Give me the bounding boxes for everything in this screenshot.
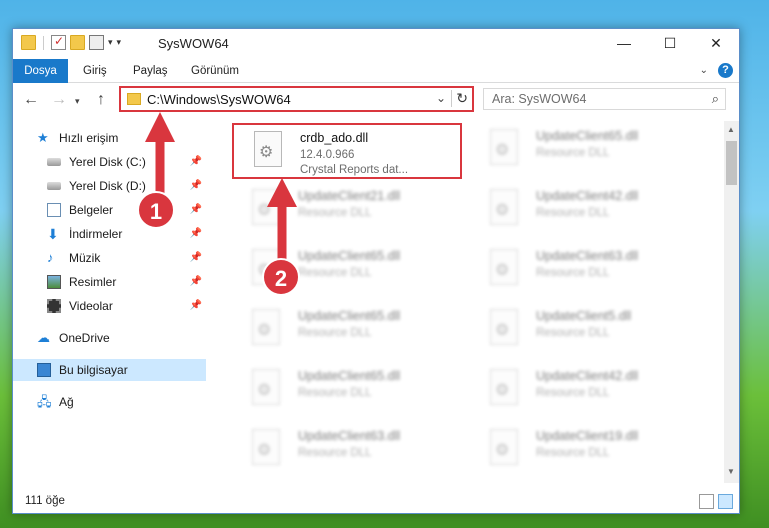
step-badge-1: 1 [137,191,175,229]
annotation-arrows [145,112,297,262]
step-badge-2: 2 [262,258,300,296]
